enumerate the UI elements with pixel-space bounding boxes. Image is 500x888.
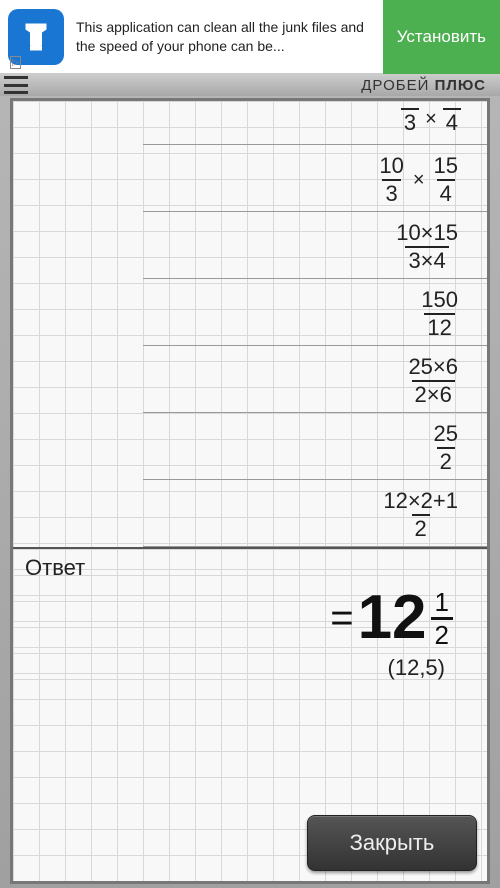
ad-app-icon: ▷ [8,9,64,65]
step-row: 25×6 2×6 [143,346,487,413]
fraction: 25 2 [431,423,461,473]
fraction: 12×2+1 2 [380,490,461,540]
fraction: 15 4 [431,155,461,205]
step-row: 12×2+1 2 [143,480,487,547]
app-header: ДРОБЕЙ ПЛЮС [0,74,500,96]
step-row: 10×15 3×4 [143,212,487,279]
ad-install-button[interactable]: Установить [383,0,500,74]
fraction: 10 3 [376,155,406,205]
hamburger-icon[interactable] [4,76,28,94]
app-title: ДРОБЕЙ ПЛЮС [361,77,486,94]
step-row: 3 × 4 [143,101,487,145]
operator: × [425,108,437,131]
mixed-fraction: 1 2 [431,589,453,648]
answer-value: = 12 1 2 [25,587,475,649]
step-row: 10 3 × 15 4 [143,145,487,212]
step-row: 25 2 [143,413,487,480]
ad-text: This application can clean all the junk … [72,14,383,58]
fraction: 10×15 3×4 [393,222,461,272]
solution-panel: 3 × 4 10 3 × 15 4 10×15 3×4 [10,98,490,884]
operator: × [413,169,425,192]
fraction: 25×6 2×6 [405,356,461,406]
fraction: 4 [443,106,461,134]
answer-section: Ответ = 12 1 2 (12,5) [13,547,487,691]
ad-marker-icon: ▷ [10,56,21,69]
close-button[interactable]: Закрыть [307,815,477,871]
fraction: 150 12 [418,289,461,339]
answer-decimal: (12,5) [25,655,475,681]
answer-label: Ответ [25,555,475,581]
steps-list: 3 × 4 10 3 × 15 4 10×15 3×4 [13,101,487,547]
fraction: 3 [401,106,419,134]
ad-banner[interactable]: ▷ This application can clean all the jun… [0,0,500,74]
step-row: 150 12 [143,279,487,346]
